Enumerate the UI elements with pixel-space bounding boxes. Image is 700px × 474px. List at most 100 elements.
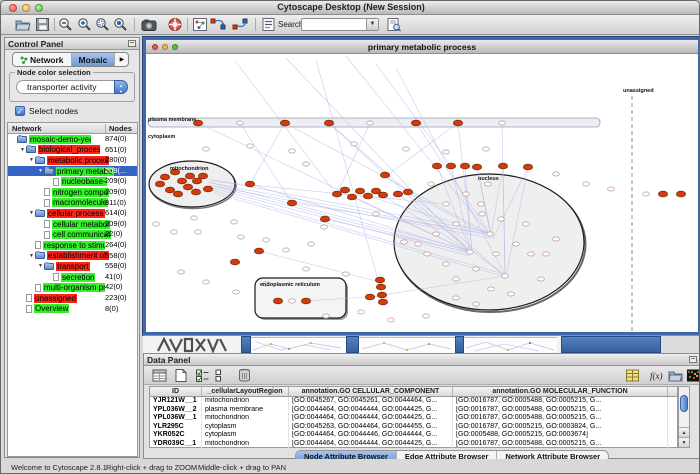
tree-expand-icon[interactable]: ▼ bbox=[28, 210, 35, 216]
table-cell[interactable]: [GO:0016787, GO:0005488, GO:0005215, G..… bbox=[453, 406, 668, 415]
scrollbar-thumb[interactable] bbox=[680, 395, 688, 412]
zoom-in-icon[interactable] bbox=[77, 17, 93, 32]
background-window-edge[interactable] bbox=[241, 336, 251, 353]
tree-row[interactable]: ▼biological_process651(0) bbox=[8, 145, 137, 156]
background-window-edge[interactable] bbox=[561, 336, 661, 353]
search-options-icon[interactable] bbox=[386, 17, 402, 32]
create-attribute-icon[interactable] bbox=[173, 368, 188, 383]
snapshot-camera-icon[interactable] bbox=[141, 17, 157, 32]
tab-network[interactable]: Network bbox=[13, 53, 72, 66]
table-cell[interactable]: cytoplasm bbox=[202, 431, 289, 440]
tree-expand-icon[interactable]: ▼ bbox=[19, 147, 26, 153]
tree-expand-icon[interactable]: ▼ bbox=[28, 157, 35, 163]
table-column-header[interactable]: ID bbox=[150, 387, 202, 396]
search-input[interactable]: ▼ bbox=[301, 18, 379, 31]
table-row[interactable]: YJR121W__1mitochondrion[GO:0045267, GO:0… bbox=[150, 397, 677, 406]
table-cell[interactable]: YKR052C bbox=[150, 431, 202, 440]
table-cell[interactable]: [GO:0044464, GO:0044444, GO:0044425, G..… bbox=[289, 414, 453, 423]
table-row[interactable]: YPL036W__2plasma membrane[GO:0044464, GO… bbox=[150, 406, 677, 415]
background-window-edge[interactable] bbox=[346, 336, 359, 353]
tab-mosaic[interactable]: Mosaic bbox=[72, 53, 116, 66]
help-lifering-icon[interactable] bbox=[167, 17, 183, 32]
frame-minimize-button[interactable] bbox=[162, 44, 168, 50]
function-builder-icon[interactable]: f(x) bbox=[649, 368, 664, 383]
save-session-icon[interactable] bbox=[35, 17, 51, 32]
layout-rotate-icon[interactable] bbox=[232, 17, 248, 32]
table-row[interactable]: YKR052Ccytoplasm[GO:0044464, GO:0044446,… bbox=[150, 431, 677, 440]
tree-row[interactable]: ▼establishment of lo558(0) bbox=[8, 251, 137, 262]
unselect-all-attributes-icon[interactable] bbox=[214, 368, 229, 383]
table-cell[interactable]: [GO:0044464, GO:0044446, GO:0044444, G..… bbox=[289, 431, 453, 440]
tree-row[interactable]: nucleobase-209(0) bbox=[8, 176, 137, 187]
table-cell[interactable]: plasma membrane bbox=[202, 406, 289, 415]
scroll-down-icon[interactable]: ▼ bbox=[679, 437, 689, 447]
table-cell[interactable]: YPL036W__1 bbox=[150, 414, 202, 423]
annotations-icon[interactable] bbox=[261, 17, 277, 32]
table-cell[interactable]: YLR295C bbox=[150, 423, 202, 432]
tree-row[interactable]: Overview8(0) bbox=[8, 304, 137, 315]
select-attributes-icon[interactable] bbox=[152, 368, 167, 383]
background-network-sketch[interactable] bbox=[251, 337, 346, 353]
tree-row[interactable]: ▼cellular process614(0) bbox=[8, 208, 137, 219]
table-column-header[interactable]: _cellularLayoutRegion bbox=[202, 387, 289, 396]
table-cell[interactable]: [GO:0016787, GO:0005488, GO:0005215, G..… bbox=[453, 397, 668, 406]
table-cell[interactable]: [GO:0044464, GO:0044444, GO:0044425, G..… bbox=[289, 406, 453, 415]
float-panel-icon[interactable] bbox=[128, 40, 136, 47]
table-cell[interactable]: cytoplasm bbox=[202, 423, 289, 432]
network-overview-icon[interactable] bbox=[192, 17, 208, 32]
tree-row[interactable]: cellular metabol209(0) bbox=[8, 219, 137, 230]
tree-row[interactable]: mosaic-demo-yeast874(0) bbox=[8, 134, 137, 145]
zoom-fit-icon[interactable] bbox=[113, 17, 129, 32]
attribute-table[interactable]: ID_cellularLayoutRegionannotation.GO CEL… bbox=[149, 386, 678, 448]
table-cell[interactable]: YPL036W__2 bbox=[150, 406, 202, 415]
table-scrollbar[interactable]: ▲ ▼ bbox=[678, 386, 690, 448]
background-window-edge[interactable] bbox=[455, 336, 464, 353]
tree-row[interactable]: ▼primary metabo209(... bbox=[8, 166, 137, 177]
delete-attribute-icon[interactable] bbox=[237, 368, 252, 383]
scroll-up-icon[interactable]: ▲ bbox=[679, 427, 689, 437]
tree-row[interactable]: ▼metabolic process280(0) bbox=[8, 155, 137, 166]
zoom-selected-icon[interactable] bbox=[95, 17, 111, 32]
tree-row[interactable]: secretion41(0) bbox=[8, 272, 137, 283]
table-cell[interactable]: mitochondrion bbox=[202, 397, 289, 406]
search-dropdown-arrow-icon[interactable]: ▼ bbox=[366, 19, 378, 30]
table-cell[interactable]: [GO:0016787, GO:0005488, GO:0005215, G..… bbox=[453, 414, 668, 423]
tree-row[interactable]: multi-organism pro42(0) bbox=[8, 282, 137, 293]
table-cell[interactable]: [GO:0016787, GO:0005215, GO:0003824, G..… bbox=[453, 423, 668, 432]
open-session-icon[interactable] bbox=[15, 17, 31, 32]
layout-scale-icon[interactable] bbox=[210, 17, 226, 32]
table-cell[interactable]: [GO:0045267, GO:0045261, GO:0044464, G..… bbox=[289, 397, 453, 406]
tree-row[interactable]: ▼transport558(0) bbox=[8, 261, 137, 272]
tree-row[interactable]: nitrogen compo209(0) bbox=[8, 187, 137, 198]
tree-expand-icon[interactable]: ▼ bbox=[28, 253, 35, 259]
table-cell[interactable]: [GO:0005488, GO:0005215, GO:0003674] bbox=[453, 431, 668, 440]
tree-row[interactable]: response to stimulu264(0) bbox=[8, 240, 137, 251]
tree-row[interactable]: cell communicat22(0) bbox=[8, 229, 137, 240]
table-cell[interactable]: [GO:0045263, GO:0044464, GO:0044455, G..… bbox=[289, 423, 453, 432]
background-network-sketch[interactable] bbox=[464, 337, 557, 353]
table-cell[interactable]: mitochondrion bbox=[202, 414, 289, 423]
background-network-sketch[interactable] bbox=[359, 337, 455, 353]
select-all-attributes-icon[interactable] bbox=[195, 368, 210, 383]
table-cell[interactable]: [GO:0044464, GO:0044444, GO:0044425, G..… bbox=[289, 440, 453, 449]
tab-overflow-arrow-icon[interactable]: ▶ bbox=[115, 53, 128, 66]
tree-expand-icon[interactable]: ▼ bbox=[37, 168, 44, 174]
tree-row[interactable]: unassigned223(0) bbox=[8, 293, 137, 304]
table-column-header[interactable]: annotation.GO CELLULAR_COMPONENT bbox=[289, 387, 453, 396]
zoom-out-icon[interactable] bbox=[58, 17, 74, 32]
network-canvas[interactable]: plasma membranecytoplasmmitochondrionnuc… bbox=[146, 54, 698, 335]
table-column-header[interactable]: annotation.GO MOLECULAR_FUNCTION bbox=[453, 387, 668, 396]
table-row[interactable]: YLR295Ccytoplasm[GO:0045263, GO:0044464,… bbox=[150, 423, 677, 432]
table-cell[interactable]: YJR121W__1 bbox=[150, 397, 202, 406]
dropdown-stepper-icon[interactable]: ▲▼ bbox=[114, 80, 128, 94]
attribute-batch-editor-icon[interactable] bbox=[625, 368, 640, 383]
tree-row[interactable]: macromolecule311(0) bbox=[8, 198, 137, 209]
tree-expand-icon[interactable]: ▼ bbox=[37, 263, 44, 269]
select-nodes-checkbox[interactable]: ✓ bbox=[15, 106, 25, 116]
float-panel-icon[interactable] bbox=[689, 356, 697, 363]
node-color-dropdown[interactable]: transporter activity ▲▼ bbox=[16, 80, 128, 94]
import-attributes-icon[interactable] bbox=[668, 368, 683, 383]
matrix-view-icon[interactable] bbox=[686, 368, 700, 383]
frame-close-button[interactable] bbox=[152, 44, 158, 50]
table-cell[interactable]: mitochondrion bbox=[202, 440, 289, 449]
